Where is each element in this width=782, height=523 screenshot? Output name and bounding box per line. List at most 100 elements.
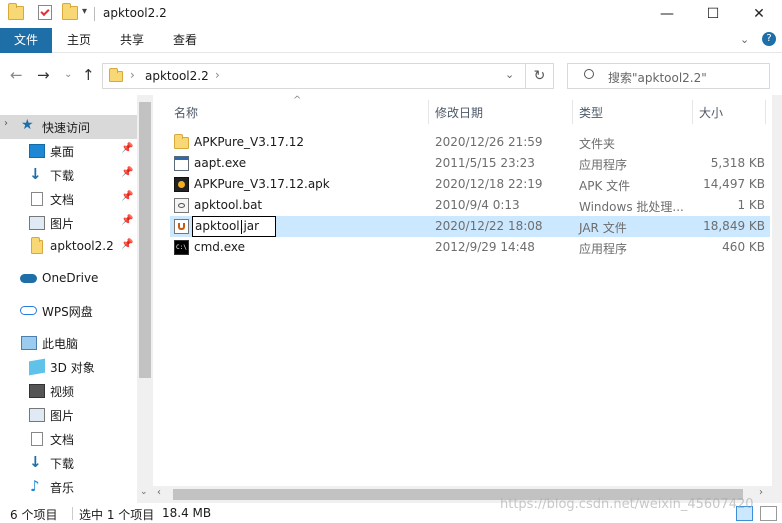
rename-input[interactable]: apktool.jar bbox=[192, 216, 276, 237]
bat-icon bbox=[174, 198, 189, 213]
scroll-left-icon[interactable]: ‹ bbox=[157, 487, 161, 498]
file-type: Windows 批处理... bbox=[579, 200, 684, 214]
tab-share[interactable]: 共享 bbox=[110, 28, 154, 53]
folder-icon bbox=[174, 134, 189, 149]
file-name: APKPure_V3.17.12 bbox=[194, 135, 305, 149]
pin-icon[interactable]: 📌 bbox=[121, 191, 133, 202]
sidebar-item-label: 下载 bbox=[50, 457, 75, 471]
ribbon-expand-icon[interactable]: ⌄ bbox=[740, 33, 749, 46]
sidebar-item-downloads[interactable]: ↓ 下载 📌 bbox=[0, 163, 137, 187]
sidebar-item-pc-pictures[interactable]: 图片 bbox=[0, 403, 137, 427]
vertical-scrollbar[interactable] bbox=[772, 95, 782, 503]
picture-icon bbox=[29, 408, 45, 422]
column-divider[interactable] bbox=[572, 100, 573, 124]
file-row[interactable]: apktool.bat 2010/9/4 0:13 Windows 批处理...… bbox=[170, 195, 770, 216]
sidebar-item-label: 下载 bbox=[50, 169, 75, 183]
file-date: 2010/9/4 0:13 bbox=[435, 198, 520, 212]
forward-icon[interactable]: → bbox=[37, 66, 50, 84]
desktop-icon bbox=[29, 144, 45, 158]
large-icons-view-icon[interactable] bbox=[760, 506, 777, 521]
sidebar-item-this-pc[interactable]: 此电脑 bbox=[0, 331, 137, 355]
navigation-pane: › ★ 快速访问 桌面 📌 ↓ 下载 📌 文档 📌 图片 📌 apktool2.… bbox=[0, 95, 153, 503]
sidebar-item-label: 快速访问 bbox=[42, 121, 91, 135]
folder-icon bbox=[109, 68, 123, 82]
sort-ascending-icon: ^ bbox=[293, 95, 302, 106]
sidebar-item-onedrive[interactable]: OneDrive bbox=[0, 267, 137, 291]
exe-icon bbox=[174, 156, 189, 171]
sidebar-item-quick-access[interactable]: › ★ 快速访问 bbox=[0, 115, 137, 139]
column-divider[interactable] bbox=[765, 100, 766, 124]
status-selected-count: 选中 1 个项目 bbox=[79, 508, 155, 522]
column-divider[interactable] bbox=[428, 100, 429, 124]
watermark: https://blog.csdn.net/weixin_45607420 bbox=[500, 497, 754, 512]
sidebar-item-videos[interactable]: 视频 bbox=[0, 379, 137, 403]
sidebar-item-desktop[interactable]: 桌面 📌 bbox=[0, 139, 137, 163]
column-divider[interactable] bbox=[692, 100, 693, 124]
address-bar[interactable]: › apktool2.2 › ⌄ bbox=[102, 63, 526, 89]
address-row: ← → ⌄ ↑ › apktool2.2 › ⌄ ↻ 搜索"apktool2.2… bbox=[0, 53, 782, 95]
file-type: 应用程序 bbox=[579, 158, 628, 172]
file-row-selected[interactable]: apktool.jar 2020/12/22 18:08 JAR 文件 18,8… bbox=[170, 216, 770, 237]
tab-home[interactable]: 主页 bbox=[57, 28, 101, 53]
apk-icon bbox=[174, 177, 189, 192]
sidebar-item-wps[interactable]: WPS网盘 bbox=[0, 299, 137, 323]
tab-file[interactable]: 文件 bbox=[0, 28, 52, 53]
sidebar-item-label: 桌面 bbox=[50, 145, 75, 159]
file-type: 应用程序 bbox=[579, 242, 628, 256]
sidebar-item-3d-objects[interactable]: 3D 对象 bbox=[0, 355, 137, 379]
file-size: 5,318 KB bbox=[710, 156, 765, 170]
pin-icon[interactable]: 📌 bbox=[121, 239, 133, 250]
file-list: ^ 名称 修改日期 类型 大小 APKPure_V3.17.12 2020/12… bbox=[153, 95, 772, 503]
file-type: 文件夹 bbox=[579, 137, 616, 151]
file-row[interactable]: APKPure_V3.17.12.apk 2020/12/18 22:19 AP… bbox=[170, 174, 770, 195]
pin-icon[interactable]: 📌 bbox=[121, 143, 133, 154]
scroll-down-icon[interactable]: ⌄ bbox=[140, 487, 148, 497]
sidebar-scroll-thumb[interactable] bbox=[139, 102, 151, 378]
wps-cloud-icon bbox=[20, 306, 37, 315]
sidebar-item-pc-documents[interactable]: 文档 bbox=[0, 427, 137, 451]
close-button[interactable]: ✕ bbox=[736, 0, 782, 28]
properties-icon[interactable] bbox=[38, 5, 52, 20]
maximize-button[interactable]: ☐ bbox=[690, 0, 736, 28]
help-icon[interactable]: ? bbox=[762, 32, 776, 46]
column-header-name[interactable]: 名称 bbox=[174, 104, 198, 121]
sidebar-item-documents[interactable]: 文档 📌 bbox=[0, 187, 137, 211]
sidebar-item-pictures[interactable]: 图片 📌 bbox=[0, 211, 137, 235]
scroll-right-icon[interactable]: › bbox=[759, 487, 763, 498]
pin-icon[interactable]: 📌 bbox=[121, 167, 133, 178]
column-header-size[interactable]: 大小 bbox=[699, 104, 723, 121]
sidebar-item-label: 音乐 bbox=[50, 481, 75, 495]
breadcrumb-current[interactable]: apktool2.2 bbox=[145, 69, 209, 83]
file-row[interactable]: APKPure_V3.17.12 2020/12/26 21:59 文件夹 bbox=[170, 132, 770, 153]
customize-toolbar-icon[interactable]: ▾ bbox=[82, 6, 87, 17]
sidebar-item-label: 视频 bbox=[50, 385, 75, 399]
tab-view[interactable]: 查看 bbox=[163, 28, 207, 53]
sidebar-item-apktool[interactable]: apktool2.2 📌 bbox=[0, 235, 137, 259]
title-bar: ▾ apktool2.2 — ☐ ✕ bbox=[0, 0, 782, 28]
file-date: 2020/12/22 18:08 bbox=[435, 219, 543, 233]
column-header-date[interactable]: 修改日期 bbox=[435, 104, 483, 121]
up-icon[interactable]: ↑ bbox=[82, 66, 95, 84]
expand-arrow-icon[interactable]: › bbox=[4, 118, 8, 129]
file-size: 14,497 KB bbox=[703, 177, 765, 191]
column-header-type[interactable]: 类型 bbox=[579, 104, 603, 121]
minimize-button[interactable]: — bbox=[644, 0, 690, 28]
file-name: aapt.exe bbox=[194, 156, 247, 170]
recent-locations-icon[interactable]: ⌄ bbox=[64, 69, 72, 80]
file-row[interactable]: C:\ cmd.exe 2012/9/29 14:48 应用程序 460 KB bbox=[170, 237, 770, 258]
sidebar-item-music[interactable]: ♪ 音乐 bbox=[0, 475, 137, 499]
back-icon[interactable]: ← bbox=[10, 66, 23, 84]
file-type: APK 文件 bbox=[579, 179, 631, 193]
text-caret bbox=[241, 220, 242, 234]
sidebar-item-pc-downloads[interactable]: ↓ 下载 bbox=[0, 451, 137, 475]
title-separator bbox=[94, 7, 95, 21]
search-input[interactable]: 搜索"apktool2.2" bbox=[567, 63, 770, 89]
file-row[interactable]: aapt.exe 2011/5/15 23:23 应用程序 5,318 KB bbox=[170, 153, 770, 174]
refresh-button[interactable]: ↻ bbox=[525, 63, 554, 89]
address-dropdown-icon[interactable]: ⌄ bbox=[505, 68, 514, 81]
new-folder-icon[interactable] bbox=[62, 3, 78, 20]
ribbon-tabs: 文件 主页 共享 查看 ⌄ ? bbox=[0, 28, 782, 53]
file-name: APKPure_V3.17.12.apk bbox=[194, 177, 330, 191]
breadcrumb-chevron-icon[interactable]: › bbox=[215, 68, 220, 82]
pin-icon[interactable]: 📌 bbox=[121, 215, 133, 226]
